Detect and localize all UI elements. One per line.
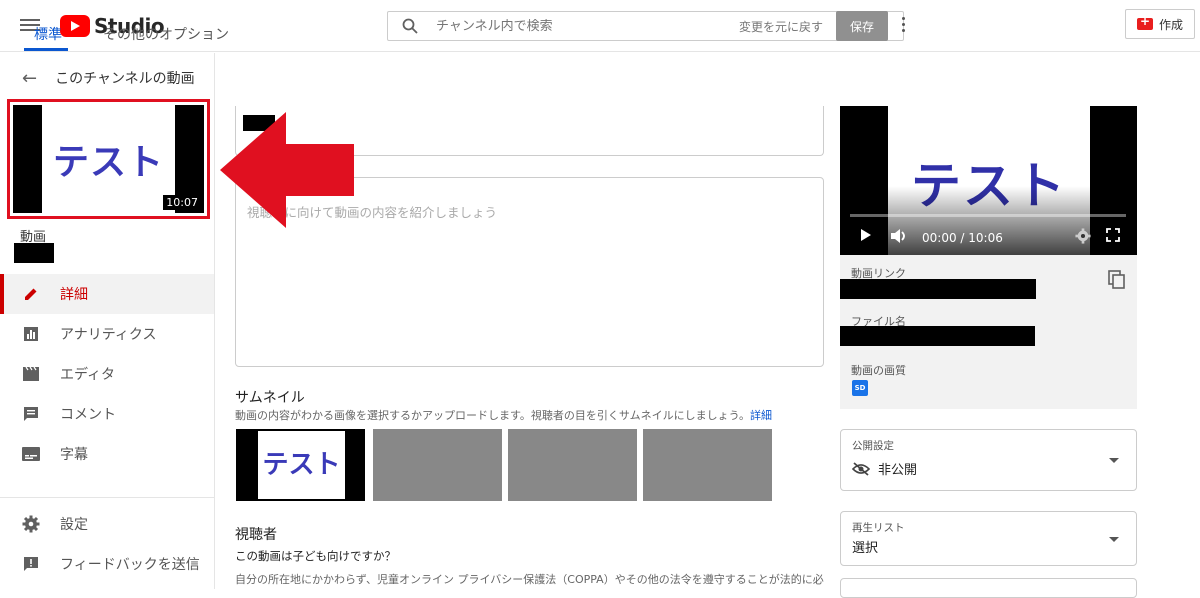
back-title: このチャンネルの動画 bbox=[55, 71, 195, 87]
playlist-select[interactable]: 再生リスト 選択 bbox=[840, 511, 1137, 566]
undo-changes-button[interactable]: 変更を元に戻す bbox=[739, 18, 823, 35]
tab-standard[interactable]: 標準 bbox=[34, 24, 62, 44]
video-player[interactable]: テスト 00:00 / 10:06 bbox=[840, 106, 1137, 255]
subtitles-icon bbox=[22, 445, 40, 463]
thumbnail-option-selected[interactable]: テスト bbox=[236, 429, 365, 501]
next-setting-box[interactable] bbox=[840, 578, 1137, 598]
youtube-play-icon bbox=[60, 15, 90, 37]
visibility-label: 公開設定 bbox=[852, 440, 894, 452]
thumbnail-option-text: テスト bbox=[258, 431, 345, 499]
redacted-video-title bbox=[14, 243, 54, 263]
sidebar: ← このチャンネルの動画 テスト 10:07 動画 詳細 アナリティクス エディ… bbox=[0, 53, 215, 589]
thumbnail-text: テスト bbox=[52, 142, 164, 183]
thumbnail-learn-more-link[interactable]: 詳細 bbox=[750, 409, 772, 422]
playlist-value: 選択 bbox=[852, 541, 879, 556]
visibility-value-row: 非公開 bbox=[852, 459, 917, 478]
sidebar-item-label: コメント bbox=[60, 407, 116, 423]
analytics-icon bbox=[22, 325, 40, 343]
comment-icon bbox=[22, 405, 40, 423]
settings-gear-icon[interactable] bbox=[1075, 228, 1091, 244]
sidebar-item-label: 詳細 bbox=[60, 287, 88, 303]
feedback-icon bbox=[22, 555, 40, 573]
gear-icon bbox=[22, 515, 40, 533]
sidebar-item-editor[interactable]: エディタ bbox=[0, 354, 214, 394]
duration-badge: 10:07 bbox=[163, 195, 201, 210]
create-label: 作成 bbox=[1158, 17, 1183, 32]
video-thumbnail-highlight[interactable]: テスト 10:07 bbox=[7, 99, 210, 219]
thumbnail-description: 動画の内容がわかる画像を選択するかアップロードします。視聴者の目を引くサムネイル… bbox=[235, 407, 772, 423]
sidebar-item-feedback[interactable]: フィードバックを送信 bbox=[0, 544, 214, 584]
dropdown-caret-icon bbox=[1109, 536, 1119, 542]
volume-icon[interactable] bbox=[890, 228, 908, 244]
visibility-select[interactable]: 公開設定 非公開 bbox=[840, 429, 1137, 491]
letterbox-left bbox=[13, 105, 42, 213]
create-button[interactable]: 作成 bbox=[1125, 9, 1195, 39]
sidebar-item-settings[interactable]: 設定 bbox=[0, 504, 214, 544]
sidebar-item-analytics[interactable]: アナリティクス bbox=[0, 314, 214, 354]
search-box[interactable] bbox=[387, 11, 904, 41]
video-thumbnail: テスト 10:07 bbox=[13, 105, 204, 213]
video-time: 00:00 / 10:06 bbox=[922, 231, 1003, 245]
annotation-arrow-left-icon bbox=[220, 112, 354, 228]
sidebar-item-label: 設定 bbox=[60, 517, 88, 533]
sidebar-divider bbox=[0, 497, 214, 498]
film-icon bbox=[22, 365, 40, 383]
tab-other-options[interactable]: その他のオプション bbox=[103, 24, 229, 44]
dropdown-caret-icon bbox=[1109, 458, 1119, 463]
create-video-icon bbox=[1136, 14, 1153, 30]
redacted-file-name bbox=[840, 326, 1035, 346]
audience-question: この動画は子ども向けですか？ bbox=[235, 549, 396, 563]
thumbnail-description-text: 動画の内容がわかる画像を選択するかアップロードします。視聴者の目を引くサムネイル… bbox=[235, 409, 751, 422]
pencil-icon bbox=[22, 285, 40, 303]
active-tab-indicator bbox=[24, 48, 68, 51]
playlist-label: 再生リスト bbox=[852, 522, 905, 534]
sidebar-item-subtitles[interactable]: 字幕 bbox=[0, 434, 214, 474]
back-to-channel-videos[interactable]: ← このチャンネルの動画 bbox=[0, 53, 215, 103]
fullscreen-icon[interactable] bbox=[1106, 228, 1120, 242]
sidebar-item-comments[interactable]: コメント bbox=[0, 394, 214, 434]
redacted-video-link[interactable] bbox=[840, 279, 1036, 299]
eye-off-icon bbox=[852, 461, 870, 476]
save-button[interactable]: 保存 bbox=[836, 11, 888, 41]
progress-bar[interactable] bbox=[850, 214, 1126, 217]
copy-icon[interactable] bbox=[1108, 270, 1126, 294]
thumbnail-option[interactable] bbox=[643, 429, 772, 501]
search-icon bbox=[402, 18, 418, 34]
sidebar-item-label: フィードバックを送信 bbox=[60, 557, 200, 573]
sidebar-item-label: エディタ bbox=[60, 367, 116, 383]
audience-description: 自分の所在地にかかわらず、児童オンライン プライバシー保護法（COPPA）やその… bbox=[235, 573, 824, 586]
more-vert-icon[interactable] bbox=[897, 14, 909, 36]
thumbnail-option[interactable] bbox=[508, 429, 637, 501]
arrow-left-icon: ← bbox=[22, 67, 38, 89]
video-quality-label: 動画の画質 bbox=[851, 364, 906, 377]
audience-heading: 視聴者 bbox=[235, 527, 277, 543]
thumbnail-option[interactable] bbox=[373, 429, 502, 501]
sidebar-item-label: 字幕 bbox=[60, 447, 88, 463]
sidebar-item-label: アナリティクス bbox=[60, 327, 157, 343]
thumbnail-heading: サムネイル bbox=[235, 390, 305, 406]
sidebar-item-details[interactable]: 詳細 bbox=[0, 274, 214, 314]
visibility-value: 非公開 bbox=[878, 463, 918, 478]
sd-quality-badge: SD bbox=[852, 380, 868, 396]
play-icon[interactable] bbox=[860, 228, 872, 242]
